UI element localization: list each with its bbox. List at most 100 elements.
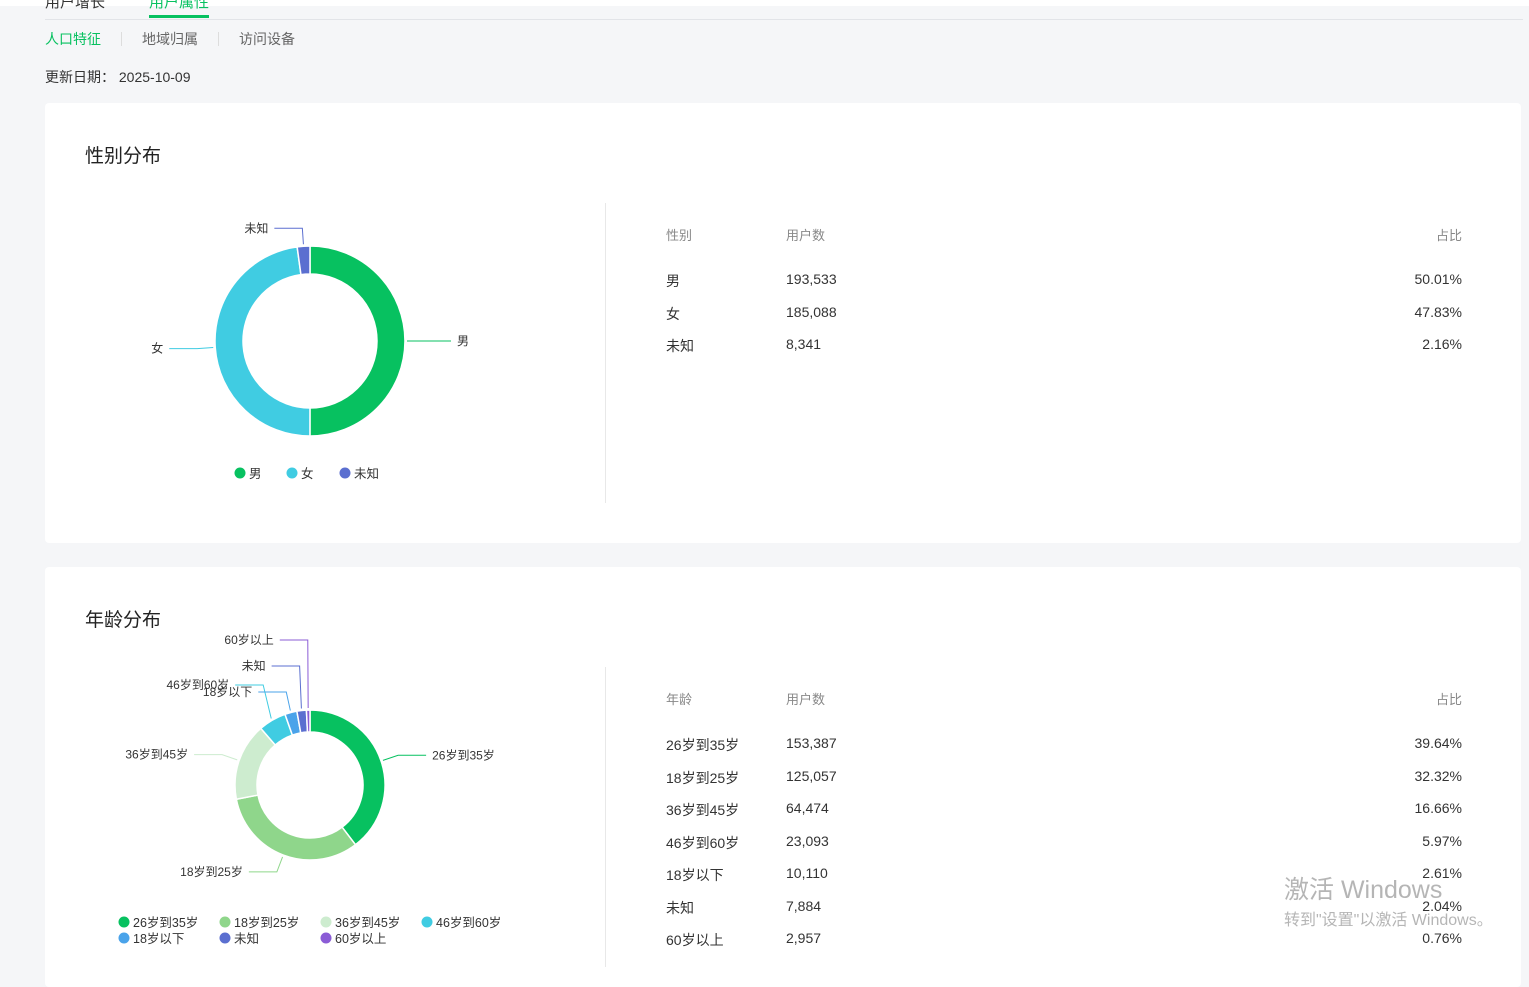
table-cell: 153,387 [786, 735, 837, 751]
table-cell: 32.32% [1415, 768, 1462, 784]
table-cell: 未知 [666, 336, 694, 356]
legend-marker [220, 917, 231, 928]
table-cell: 2.16% [1422, 336, 1462, 352]
table-cell: 女 [666, 304, 680, 324]
table-cell: 50.01% [1415, 271, 1462, 287]
table-cell: 39.64% [1415, 735, 1462, 751]
gender-table: 性别用户数占比男193,53350.01%女185,08847.83%未知8,3… [666, 225, 1462, 369]
table-cell: 5.97% [1422, 833, 1462, 849]
table-cell: 23,093 [786, 833, 829, 849]
column-header: 用户数 [786, 225, 825, 244]
table-cell: 125,057 [786, 768, 837, 784]
table-row: 女 185,088 47.83% [666, 304, 1462, 337]
leader-line [280, 640, 308, 708]
donut-slice[interactable] [215, 247, 310, 436]
legend-item[interactable]: 46岁到60岁 [436, 915, 501, 930]
leader-line [169, 348, 213, 349]
legend-item[interactable]: 未知 [354, 467, 379, 481]
legend-marker [119, 933, 130, 944]
table-cell: 46岁到60岁 [666, 833, 739, 853]
column-header: 占比 [1436, 225, 1462, 244]
subtab-demographics[interactable]: 人口特征 [45, 29, 101, 49]
legend-item[interactable]: 60岁以上 [335, 931, 386, 946]
slice-label: 男 [457, 334, 469, 348]
legend-item[interactable]: 26岁到35岁 [133, 915, 198, 930]
slice-label: 未知 [244, 221, 268, 235]
slice-label: 60岁以上 [224, 632, 273, 647]
table-cell: 未知 [666, 898, 694, 918]
tab-user-attributes[interactable]: 用户属性 [149, 0, 209, 18]
subtab-region[interactable]: 地域归属 [142, 29, 198, 49]
legend-marker [422, 917, 433, 928]
leader-line [274, 228, 303, 244]
donut-slice[interactable] [310, 710, 385, 845]
column-header: 占比 [1436, 689, 1462, 708]
table-cell: 男 [666, 271, 680, 291]
column-header: 用户数 [786, 689, 825, 708]
legend-marker [321, 917, 332, 928]
table-cell: 47.83% [1415, 304, 1462, 320]
table-cell: 16.66% [1415, 800, 1462, 816]
table-cell: 18岁以下 [666, 865, 724, 885]
slice-label: 18岁到25岁 [180, 864, 243, 879]
sub-tabs: 人口特征 地域归属 访问设备 [45, 29, 295, 49]
table-row: 26岁到35岁 153,387 39.64% [666, 735, 1462, 768]
table-row: 男 193,533 50.01% [666, 271, 1462, 304]
table-row: 未知 8,341 2.16% [666, 336, 1462, 369]
slice-label: 26岁到35岁 [432, 747, 495, 762]
table-cell: 0.76% [1422, 930, 1462, 946]
legend-item[interactable]: 女 [301, 466, 314, 481]
table-row: 36岁到45岁 64,474 16.66% [666, 800, 1462, 833]
donut-slice[interactable] [236, 795, 355, 860]
legend-marker [220, 933, 231, 944]
update-value: 2025-10-09 [119, 69, 191, 85]
legend-marker [287, 468, 298, 479]
legend-marker [340, 468, 351, 479]
table-cell: 2,957 [786, 930, 821, 946]
table-cell: 64,474 [786, 800, 829, 816]
update-date: 更新日期： 2025-10-09 [45, 67, 191, 87]
table-header: 性别用户数占比 [666, 225, 1462, 271]
legend-item[interactable]: 未知 [234, 932, 259, 946]
table-cell: 60岁以上 [666, 930, 724, 950]
legend-marker [235, 468, 246, 479]
table-header: 年龄 用户数 占比 [666, 689, 1462, 735]
watermark-line2: 转到"设置"以激活 Windows。 [1284, 906, 1493, 930]
slice-label: 36岁到45岁 [125, 747, 188, 762]
column-header: 年龄 [666, 689, 692, 708]
gender-card: 性别分布 男女未知男女未知 性别用户数占比男193,53350.01%女185,… [45, 103, 1521, 543]
leader-line [272, 666, 302, 708]
table-cell: 18岁到25岁 [666, 768, 739, 788]
watermark-line1: 激活 Windows [1284, 870, 1493, 906]
donut-slice[interactable] [306, 710, 310, 732]
leader-line [258, 692, 290, 711]
table-cell: 7,884 [786, 898, 821, 914]
legend-marker [321, 933, 332, 944]
windows-watermark: 激活 Windows 转到"设置"以激活 Windows。 [1284, 870, 1493, 930]
legend-item[interactable]: 36岁到45岁 [335, 915, 400, 930]
table-cell: 26岁到35岁 [666, 735, 739, 755]
table-row: 46岁到60岁 23,093 5.97% [666, 833, 1462, 866]
leader-line [194, 755, 237, 760]
leader-line [383, 755, 426, 760]
tab-user-growth[interactable]: 用户增长 [45, 0, 105, 12]
legend-item[interactable]: 18岁到25岁 [234, 915, 299, 930]
age-donut-chart: 26岁到35岁18岁到25岁36岁到45岁46岁到60岁18岁以下未知60岁以上… [45, 567, 605, 967]
legend-item[interactable]: 男 [249, 467, 262, 481]
divider [605, 667, 606, 967]
slice-label: 未知 [242, 659, 266, 673]
table-cell: 36岁到45岁 [666, 800, 739, 820]
slice-label: 女 [151, 341, 163, 356]
donut-slice[interactable] [310, 246, 405, 436]
gender-donut-chart: 男女未知男女未知 [45, 103, 605, 543]
table-cell: 10,110 [786, 865, 828, 881]
slice-label: 18岁以下 [203, 684, 252, 699]
table-row: 18岁到25岁 125,057 32.32% [666, 768, 1462, 801]
top-tabs: 用户增长 用户属性 [45, 0, 1523, 20]
table-cell: 8,341 [786, 336, 821, 352]
legend-item[interactable]: 18岁以下 [133, 931, 184, 946]
table-cell: 193,533 [786, 271, 837, 287]
table-cell: 185,088 [786, 304, 837, 320]
leader-line [249, 857, 283, 872]
subtab-device[interactable]: 访问设备 [239, 29, 295, 49]
